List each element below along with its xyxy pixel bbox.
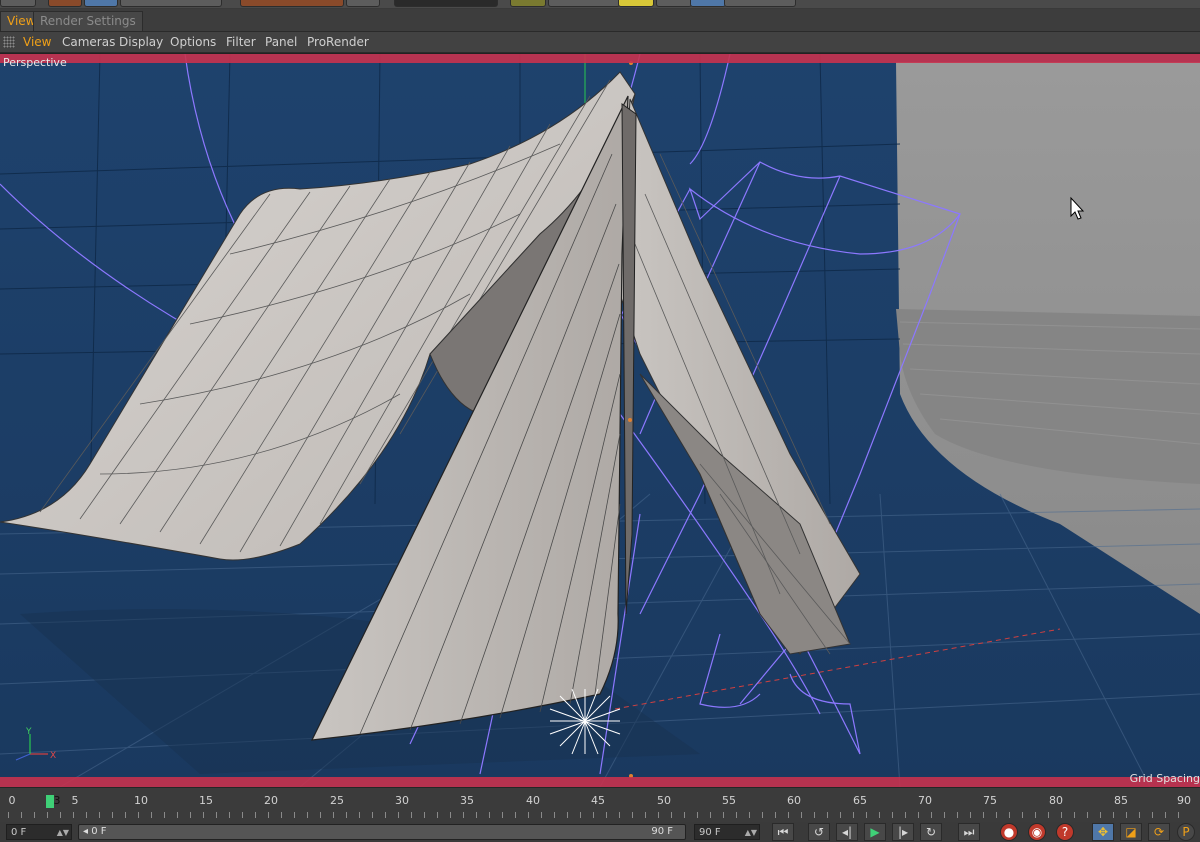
grid-spacing-label: Grid Spacing bbox=[1129, 772, 1200, 785]
ruler-label: 50 bbox=[657, 794, 671, 807]
end-frame-field[interactable]: 90 F ▲▼ bbox=[694, 824, 760, 840]
toolbar-button[interactable] bbox=[724, 0, 796, 7]
current-frame-value: 0 F bbox=[11, 827, 27, 838]
viewport-projection-label[interactable]: Perspective bbox=[3, 56, 67, 69]
menu-panel[interactable]: Panel bbox=[265, 34, 297, 50]
menu-display[interactable]: Display bbox=[119, 34, 163, 50]
toolbar-button[interactable] bbox=[394, 0, 498, 7]
toolbar-button[interactable] bbox=[690, 0, 726, 7]
step-forward-icon[interactable]: |▸ bbox=[892, 823, 914, 841]
range-end-label: 90 F bbox=[651, 826, 673, 837]
ruler-label: 80 bbox=[1049, 794, 1063, 807]
toolbar-button[interactable] bbox=[0, 0, 36, 7]
spinner-icon[interactable]: ▲▼ bbox=[745, 825, 757, 841]
safe-frame-top bbox=[0, 54, 1200, 63]
tab-render-settings[interactable]: Render Settings bbox=[33, 11, 143, 31]
ruler-label: 30 bbox=[395, 794, 409, 807]
go-end-icon[interactable]: ⏭ bbox=[958, 823, 980, 841]
spinner-icon[interactable]: ▲▼ bbox=[57, 825, 69, 841]
prev-key-icon[interactable]: ↺ bbox=[808, 823, 830, 841]
toolbar-button[interactable] bbox=[618, 0, 654, 7]
ruler-label: 35 bbox=[460, 794, 474, 807]
playback-controls: 0 F ▲▼ ◂ 0 F 90 F 90 F ▲▼ ⏮ ↺ ◂| ▶ |▸ ↻ … bbox=[0, 822, 1200, 842]
menu-cameras[interactable]: Cameras bbox=[62, 34, 115, 50]
menu-view[interactable]: View bbox=[23, 34, 51, 50]
keyframe-help-icon[interactable]: ? bbox=[1056, 823, 1074, 841]
ruler-label: 85 bbox=[1114, 794, 1128, 807]
ruler-label: 40 bbox=[526, 794, 540, 807]
ruler-label: 70 bbox=[918, 794, 932, 807]
ruler-label: 55 bbox=[722, 794, 736, 807]
ruler-ticks bbox=[8, 812, 1188, 818]
preview-range-slider[interactable]: ◂ 0 F 90 F bbox=[78, 824, 686, 840]
go-start-icon[interactable]: ⏮ bbox=[772, 823, 794, 841]
current-frame-label: 3 bbox=[53, 794, 61, 807]
viewport-menu-bar: View Cameras Display Options Filter Pane… bbox=[0, 32, 1200, 53]
range-start-label: ◂ 0 F bbox=[83, 826, 107, 837]
toolbar-button[interactable] bbox=[346, 0, 380, 7]
ruler-label: 10 bbox=[134, 794, 148, 807]
ruler-label: 65 bbox=[853, 794, 867, 807]
panel-grip-icon[interactable] bbox=[3, 36, 15, 48]
perspective-viewport[interactable]: Perspective Grid Spacing X Y bbox=[0, 53, 1200, 787]
current-frame-field[interactable]: 0 F ▲▼ bbox=[6, 824, 72, 840]
ruler-label: 5 bbox=[71, 794, 79, 807]
end-frame-value: 90 F bbox=[699, 827, 721, 838]
timeline-ruler[interactable]: 3 0 5 10 15 20 25 30 35 40 45 50 55 60 6… bbox=[0, 787, 1200, 822]
toolbar-button[interactable] bbox=[548, 0, 620, 7]
next-key-icon[interactable]: ↻ bbox=[920, 823, 942, 841]
record-icon[interactable]: ● bbox=[1000, 823, 1018, 841]
menu-filter[interactable]: Filter bbox=[226, 34, 256, 50]
ruler-label: 60 bbox=[787, 794, 801, 807]
toolbar-button[interactable] bbox=[656, 0, 692, 7]
toolbar-button[interactable] bbox=[120, 0, 222, 7]
gizmo-x-label: X bbox=[50, 751, 56, 761]
toolbar-button[interactable] bbox=[510, 0, 546, 7]
ruler-label: 0 bbox=[8, 794, 16, 807]
toolbar-button[interactable] bbox=[84, 0, 118, 7]
ruler-label: 90 bbox=[1177, 794, 1191, 807]
step-back-icon[interactable]: ◂| bbox=[836, 823, 858, 841]
ruler-label: 15 bbox=[199, 794, 213, 807]
menu-options[interactable]: Options bbox=[170, 34, 216, 50]
play-icon[interactable]: ▶ bbox=[864, 823, 886, 841]
safe-frame-bottom bbox=[0, 777, 1200, 787]
rotate-tool-icon[interactable]: ⟳ bbox=[1148, 823, 1170, 841]
scene-canvas[interactable]: X Y bbox=[0, 54, 1200, 787]
move-tool-icon[interactable]: ✥ bbox=[1092, 823, 1114, 841]
toolbar-button[interactable] bbox=[48, 0, 82, 7]
gizmo-y-label: Y bbox=[25, 727, 32, 737]
toolbar-button[interactable] bbox=[240, 0, 344, 7]
range-start-value: 0 F bbox=[91, 826, 107, 837]
top-toolbar bbox=[0, 0, 1200, 8]
panel-tab-bar: View Render Settings bbox=[0, 9, 1200, 32]
ruler-label: 25 bbox=[330, 794, 344, 807]
ruler-label: 75 bbox=[983, 794, 997, 807]
autokey-icon[interactable]: ◉ bbox=[1028, 823, 1046, 841]
ruler-label: 20 bbox=[264, 794, 278, 807]
scale-tool-icon[interactable]: ◪ bbox=[1120, 823, 1142, 841]
ruler-label: 45 bbox=[591, 794, 605, 807]
menu-prorender[interactable]: ProRender bbox=[307, 34, 369, 50]
parameter-key-icon[interactable]: P bbox=[1177, 823, 1195, 841]
pivot-point bbox=[628, 418, 632, 422]
